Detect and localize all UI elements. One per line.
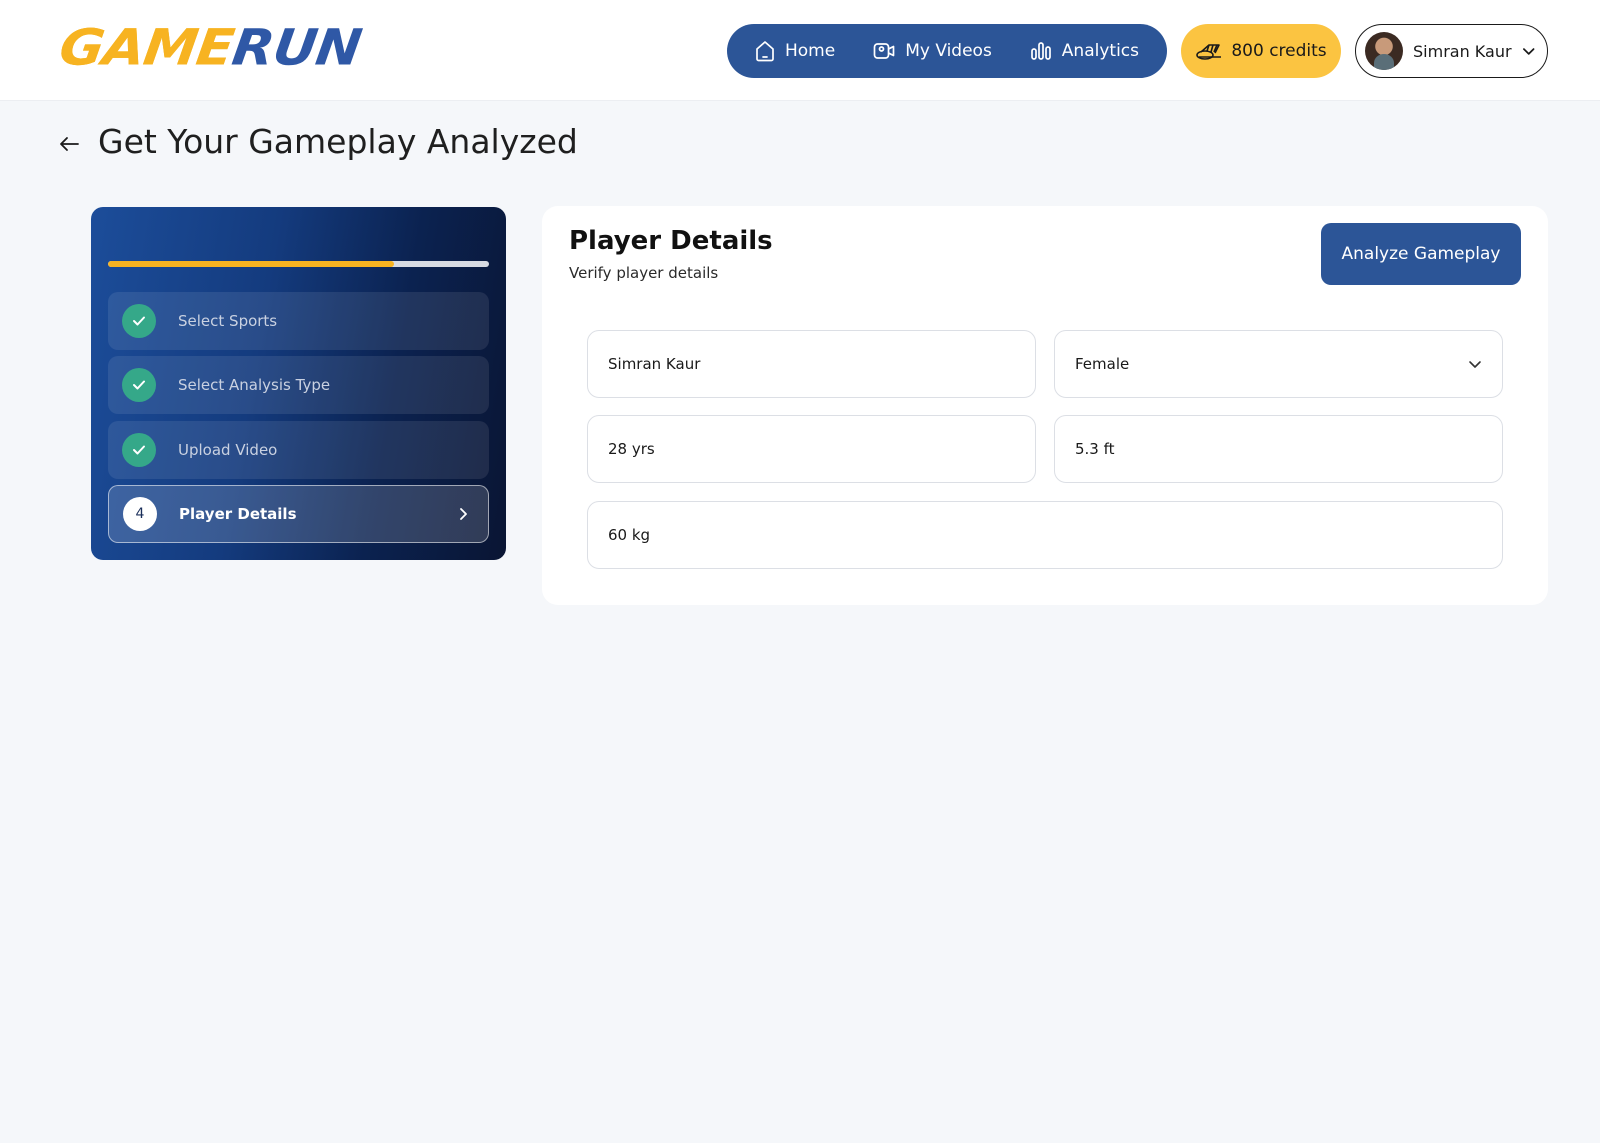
- step-label: Upload Video: [178, 441, 278, 459]
- step-player-details[interactable]: 4 Player Details: [108, 485, 489, 543]
- nav-home-label: Home: [785, 41, 836, 61]
- weight-input[interactable]: [608, 526, 1482, 544]
- user-name: Simran Kaur: [1413, 41, 1512, 61]
- age-field[interactable]: [587, 415, 1036, 483]
- top-header: GAME RUN Home My Videos Analytics 800 cr…: [0, 0, 1600, 101]
- credits-badge[interactable]: 800 credits: [1181, 24, 1341, 78]
- nav-my-videos[interactable]: My Videos: [873, 41, 992, 61]
- chevron-down-icon: [1469, 360, 1481, 368]
- analytics-icon: [1030, 42, 1051, 60]
- height-input[interactable]: [1075, 440, 1482, 458]
- steps-progress-fill: [108, 261, 394, 267]
- step-upload-video[interactable]: Upload Video: [108, 421, 489, 479]
- step-label: Player Details: [179, 505, 297, 523]
- coins-icon: [1196, 44, 1222, 60]
- step-number-badge: 4: [123, 497, 157, 531]
- logo-text-game: GAME: [55, 18, 237, 77]
- steps-progress-bar: [108, 261, 489, 267]
- gender-select[interactable]: Female: [1054, 330, 1503, 398]
- main-nav: Home My Videos Analytics: [727, 24, 1167, 78]
- check-icon: [133, 445, 145, 455]
- nav-home[interactable]: Home: [755, 40, 835, 62]
- check-icon: [133, 380, 145, 390]
- nav-analytics-label: Analytics: [1061, 41, 1139, 61]
- nav-analytics[interactable]: Analytics: [1030, 41, 1139, 61]
- step-done-badge: [122, 368, 156, 402]
- analyze-gameplay-button[interactable]: Analyze Gameplay: [1321, 223, 1521, 285]
- home-icon: [756, 41, 774, 62]
- logo-text-run: RUN: [228, 18, 365, 77]
- player-name-input[interactable]: [608, 355, 1015, 373]
- form-subtitle: Verify player details: [569, 264, 719, 282]
- step-label: Select Analysis Type: [178, 376, 331, 394]
- step-select-analysis-type[interactable]: Select Analysis Type: [108, 356, 489, 414]
- gender-select-value: Female: [1075, 355, 1130, 373]
- player-name-field[interactable]: [587, 330, 1036, 398]
- chevron-right-icon: [460, 508, 467, 520]
- step-label: Select Sports: [178, 312, 278, 330]
- player-details-card: Player Details Verify player details Ana…: [542, 206, 1548, 605]
- age-input[interactable]: [608, 440, 1015, 458]
- gamerun-logo[interactable]: GAME RUN: [55, 18, 365, 77]
- weight-field[interactable]: [587, 501, 1503, 569]
- form-title: Player Details: [569, 226, 773, 256]
- height-field[interactable]: [1054, 415, 1503, 483]
- step-done-badge: [122, 433, 156, 467]
- avatar: [1365, 32, 1403, 70]
- back-button[interactable]: [56, 131, 82, 157]
- check-icon: [133, 316, 145, 326]
- nav-my-videos-label: My Videos: [905, 41, 992, 61]
- chevron-down-icon: [1522, 48, 1534, 55]
- step-select-sports[interactable]: Select Sports: [108, 292, 489, 350]
- user-menu[interactable]: Simran Kaur: [1355, 24, 1548, 78]
- step-done-badge: [122, 304, 156, 338]
- steps-panel: Select Sports Select Analysis Type Uploa…: [91, 207, 506, 560]
- page-title: Get Your Gameplay Analyzed: [98, 122, 578, 161]
- credits-label: 800 credits: [1231, 41, 1327, 61]
- video-icon: [873, 43, 895, 59]
- arrow-left-icon: [60, 137, 79, 151]
